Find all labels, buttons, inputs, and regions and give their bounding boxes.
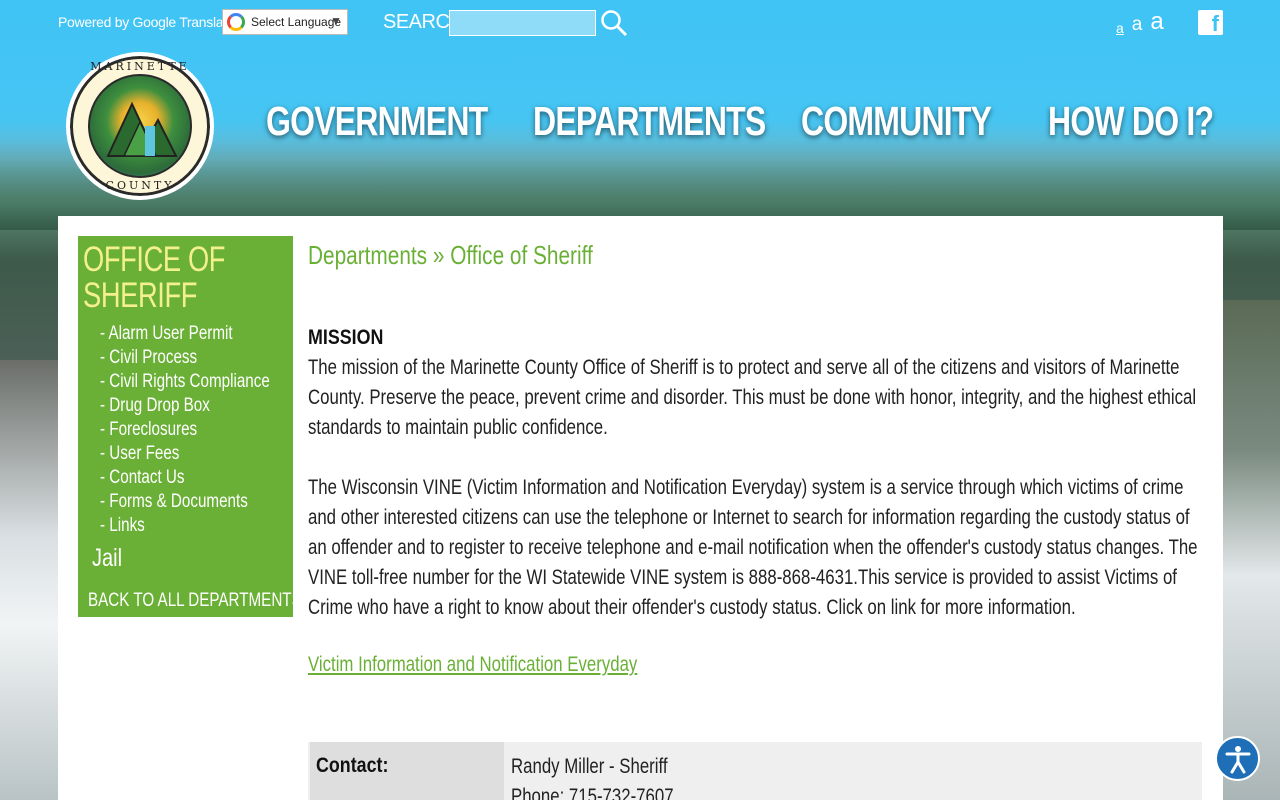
contact-value: Randy Miller - Sheriff Phone: 715-732-76… [511,752,674,800]
contact-phone: Phone: 715-732-7607 [511,785,674,800]
background-waterfall-left [0,360,60,800]
sidebar-title-line2: SHERIFF [83,276,198,315]
nav-departments[interactable]: DEPARTMENTS [533,98,766,145]
sidebar-item-foreclosures[interactable]: - Foreclosures [100,418,270,442]
sidebar-item-links[interactable]: - Links [100,514,270,538]
nav-how-do-i[interactable]: HOW DO I? [1048,98,1214,145]
sidebar: OFFICE OF SHERIFF - Alarm User Permit - … [78,236,302,617]
sidebar-item-user-fees[interactable]: - User Fees [100,442,270,466]
mission-heading: MISSION [308,326,384,349]
search-input[interactable] [449,10,596,36]
font-size-medium[interactable]: a [1132,14,1143,36]
mission-text: The mission of the Marinette County Offi… [308,356,1197,439]
contact-label: Contact: [316,754,389,777]
breadcrumb[interactable]: Departments » Office of Sheriff [308,240,593,271]
nav-community[interactable]: COMMUNITY [801,98,992,145]
vine-link[interactable]: Victim Information and Notification Ever… [308,653,637,677]
sidebar-item-forms-documents[interactable]: - Forms & Documents [100,490,270,514]
accessibility-button[interactable] [1215,736,1260,781]
contact-label-cell: Contact: [310,742,504,800]
language-select[interactable]: Select Language ▼ [222,9,348,35]
sidebar-item-contact-us[interactable]: - Contact Us [100,466,270,490]
logo-emblem [88,74,192,178]
sidebar-item-alarm-user-permit[interactable]: - Alarm User Permit [100,322,270,346]
google-icon [227,13,245,31]
font-size-large[interactable]: a [1150,8,1163,36]
font-size-controls: a a a [1116,8,1164,36]
contact-name: Randy Miller - Sheriff [511,755,668,778]
search-icon[interactable] [600,9,628,37]
sidebar-item-jail[interactable]: Jail [92,544,122,573]
nav-government[interactable]: GOVERNMENT [266,98,488,145]
back-to-departments-link[interactable]: BACK TO ALL DEPARTMENTS [88,590,302,612]
vine-description: The Wisconsin VINE (Victim Information a… [308,476,1198,619]
sidebar-title-line1: OFFICE OF [83,240,226,279]
sidebar-item-civil-process[interactable]: - Civil Process [100,346,270,370]
font-size-small[interactable]: a [1116,20,1124,36]
top-bar: Powered by Google Translate Select Langu… [0,0,1280,46]
logo-bottom-text: COUNTY [105,179,175,192]
sidebar-item-civil-rights-compliance[interactable]: - Civil Rights Compliance [100,370,270,394]
background-waterfall-right [1222,300,1280,800]
language-select-label: Select Language [251,15,342,29]
facebook-icon[interactable]: f [1198,10,1223,36]
sidebar-item-drug-drop-box[interactable]: - Drug Drop Box [100,394,270,418]
county-logo[interactable]: MARINETTE COUNTY [66,52,214,200]
content-panel: OFFICE OF SHERIFF - Alarm User Permit - … [58,216,1223,800]
main-nav: GOVERNMENT DEPARTMENTS COMMUNITY HOW DO … [250,98,1230,150]
sidebar-list: - Alarm User Permit - Civil Process - Ci… [100,322,312,538]
logo-top-text: MARINETTE [90,60,190,73]
chevron-down-icon: ▼ [330,14,342,28]
contact-table: Contact: Randy Miller - Sheriff Phone: 7… [308,742,1202,800]
powered-by-text: Powered by Google Translate [58,14,235,30]
accessibility-icon [1225,745,1250,773]
sidebar-title: OFFICE OF SHERIFF [83,242,239,314]
